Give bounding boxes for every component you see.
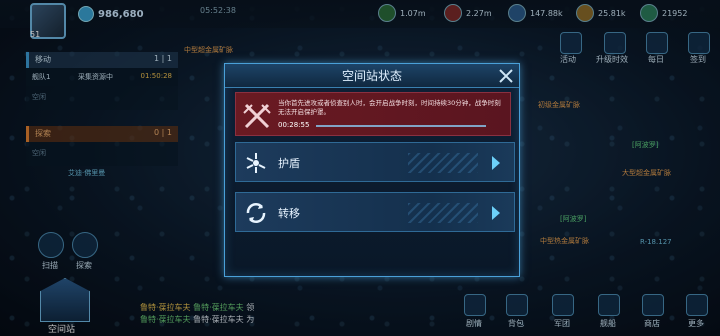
- relocate-label: 转移: [278, 207, 300, 220]
- option-decoration: [408, 153, 478, 173]
- war-timer: 00:28:55: [278, 121, 310, 129]
- warning-text: 当你首先进攻或者侦查别人时，会开启战争时刻，时间持续30分钟，战争时刻无法开启保…: [278, 99, 501, 116]
- war-warning: 当你首先进攻或者侦查别人时，会开启战争时刻，时间持续30分钟，战争时刻无法开启保…: [235, 92, 511, 136]
- dialog-title: 空间站状态: [225, 64, 519, 88]
- close-icon[interactable]: [497, 67, 515, 85]
- relocate-option[interactable]: 转移: [235, 192, 515, 232]
- shield-icon: [246, 153, 266, 173]
- relocate-icon: [246, 203, 266, 223]
- shield-label: 护盾: [278, 157, 300, 170]
- crossed-swords-icon: [243, 103, 271, 129]
- shield-option[interactable]: 护盾: [235, 142, 515, 182]
- chevron-right-icon[interactable]: [492, 156, 500, 170]
- option-decoration: [408, 203, 478, 223]
- war-timer-bar: [316, 125, 486, 127]
- chevron-right-icon[interactable]: [492, 206, 500, 220]
- station-status-dialog: 空间站状态 当你首先进攻或者侦查别人时，会开启战争时刻，时间持续30分钟，战争时…: [224, 63, 520, 277]
